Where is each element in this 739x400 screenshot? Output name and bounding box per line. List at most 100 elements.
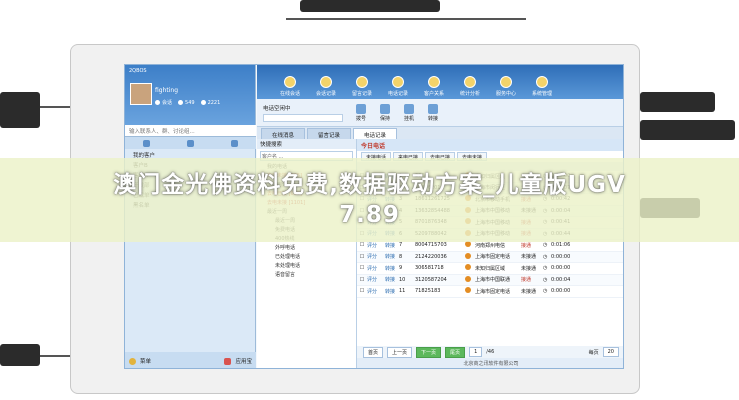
tab[interactable]: 在线消息 bbox=[261, 128, 306, 139]
row-checkbox[interactable]: ☐ bbox=[357, 277, 367, 283]
rate-button[interactable]: 评分 bbox=[367, 288, 385, 295]
tree-item[interactable]: 外呼电话 bbox=[257, 244, 356, 253]
menu-icon[interactable] bbox=[129, 357, 136, 365]
phone-number: 3120587204 bbox=[415, 276, 447, 283]
transfer-button[interactable]: 转接 bbox=[385, 288, 399, 295]
clock-icon: ◷ bbox=[543, 288, 548, 295]
toolbar-button[interactable]: 统计分析 bbox=[455, 76, 485, 97]
callout-right-box-2 bbox=[640, 120, 735, 140]
call-status-icon bbox=[465, 275, 475, 284]
toolbar-button[interactable]: 电话记录 bbox=[383, 76, 413, 97]
callout-left-box-1 bbox=[0, 92, 40, 128]
watermark-banner: 澳门金光佛资料免费,数据驱动方案_儿童版UGV 7.89 bbox=[0, 158, 739, 242]
profile-header: 2QBOS fighting 会话 549 2221 bbox=[125, 65, 255, 125]
app-store-button[interactable]: 应用宝 bbox=[235, 357, 252, 365]
toolbar-button[interactable]: 客户关系 bbox=[419, 76, 449, 97]
toolbar-button[interactable]: 会话记录 bbox=[311, 76, 341, 97]
phone-number: 8004715703 bbox=[415, 242, 447, 249]
watermark-line-2: 7.89 bbox=[339, 202, 400, 228]
clock-icon: ◷ bbox=[543, 242, 548, 249]
toolbar-icon bbox=[464, 76, 476, 88]
stat-b: 2221 bbox=[200, 99, 220, 106]
phone-icon bbox=[428, 103, 438, 114]
toolbar-button[interactable]: 留言记录 bbox=[347, 76, 377, 97]
call-controls: 拨号 保持 挂机 转接 bbox=[351, 103, 443, 122]
rate-button[interactable]: 评分 bbox=[367, 253, 385, 260]
transfer-button[interactable]: 转接 bbox=[385, 276, 399, 283]
toolbar-button[interactable]: 在线会话 bbox=[275, 76, 305, 97]
call-status: 未接通 bbox=[521, 265, 537, 272]
call-duration: 0:00:00 bbox=[551, 288, 571, 295]
transfer-button[interactable]: 转接 bbox=[385, 242, 399, 249]
toolbar-icon bbox=[320, 76, 332, 88]
tab[interactable]: 电话记录 bbox=[353, 128, 398, 139]
toolbar-label: 在线会话 bbox=[279, 91, 300, 97]
tree-item[interactable]: 未处理电话 bbox=[257, 262, 356, 271]
call-control-button[interactable]: 转接 bbox=[423, 103, 443, 122]
table-row[interactable]: ☐ 评分 转接 9 306581718 未知归属区域 未接通 ◷ 0:00:00 bbox=[357, 263, 623, 275]
first-page-button[interactable]: 首页 bbox=[363, 346, 384, 358]
table-row[interactable]: ☐ 评分 转接 11 71825183 上海市固定电话 未接通 ◷ 0:00:00 bbox=[357, 286, 623, 298]
tree-item[interactable]: 已处理电话 bbox=[257, 253, 356, 262]
recent-tab-icon[interactable] bbox=[230, 139, 238, 147]
call-info: 电话空闲中 bbox=[263, 104, 343, 122]
call-duration: 0:00:04 bbox=[551, 276, 571, 283]
rate-button[interactable]: 评分 bbox=[367, 276, 385, 283]
toolbar-icon bbox=[536, 76, 548, 88]
menu-button[interactable]: 菜单 bbox=[140, 357, 151, 365]
row-checkbox[interactable]: ☐ bbox=[357, 265, 367, 271]
dial-input[interactable] bbox=[263, 113, 343, 122]
call-control-label: 挂机 bbox=[403, 115, 414, 122]
row-checkbox[interactable]: ☐ bbox=[357, 254, 367, 260]
table-row[interactable]: ☐ 评分 转接 8 2124220036 上海市固定电话 未接通 ◷ 0:00:00 bbox=[357, 251, 623, 263]
toolbar-button[interactable]: 系统管理 bbox=[527, 76, 557, 97]
phone-location: 上海市固定电话 bbox=[475, 254, 511, 261]
status-dot-icon bbox=[155, 100, 160, 105]
tree-item[interactable]: 语音留言 bbox=[257, 271, 356, 280]
toolbar-button[interactable]: 服务中心 bbox=[491, 76, 521, 97]
call-status-icon bbox=[465, 264, 475, 272]
stat-online[interactable]: 会话 bbox=[155, 99, 172, 106]
toolbar-label: 电话记录 bbox=[387, 91, 408, 97]
row-checkbox[interactable]: ☐ bbox=[357, 288, 367, 294]
groups-tab-icon[interactable] bbox=[186, 139, 194, 147]
main-toolbar: 在线会话 会话记录 留言记录 电话记录 客户关系 统计分析 服务中心 系统管理 bbox=[257, 65, 623, 99]
phone-location: 河南郑州电信 bbox=[475, 242, 506, 249]
app-title: 2QBOS bbox=[129, 68, 147, 74]
call-control-button[interactable]: 保持 bbox=[375, 103, 395, 122]
toolbar-icon bbox=[284, 76, 296, 88]
last-page-button[interactable]: 尾页 bbox=[445, 346, 466, 358]
row-number: 11 bbox=[399, 288, 406, 295]
call-status: 未接通 bbox=[521, 254, 537, 261]
call-duration: 0:01:06 bbox=[551, 242, 571, 249]
toolbar-label: 客户关系 bbox=[423, 91, 444, 97]
phone-location: 上海市固定电话 bbox=[475, 288, 511, 295]
transfer-button[interactable]: 转接 bbox=[385, 253, 399, 260]
app-store-icon[interactable] bbox=[224, 357, 232, 365]
pager: 首页 上一页 下一页 尾页 1 /46 每页 20 bbox=[357, 346, 623, 358]
prev-page-button[interactable]: 上一页 bbox=[387, 346, 413, 358]
toolbar-label: 系统管理 bbox=[531, 91, 552, 97]
tab[interactable]: 留言记录 bbox=[307, 128, 352, 139]
toolbar-label: 服务中心 bbox=[495, 91, 516, 97]
toolbar-label: 统计分析 bbox=[459, 91, 480, 97]
contacts-tab-icon[interactable] bbox=[143, 139, 151, 147]
clock-icon: ◷ bbox=[543, 253, 548, 260]
next-page-button[interactable]: 下一页 bbox=[416, 346, 442, 358]
rate-button[interactable]: 评分 bbox=[367, 242, 385, 249]
row-checkbox[interactable]: ☐ bbox=[357, 242, 367, 248]
table-row[interactable]: ☐ 评分 转接 10 3120587204 上海市中国联通 接通 ◷ 0:00:04 bbox=[357, 274, 623, 286]
contact-search-input[interactable]: 输入联系人、群、讨论组... bbox=[125, 125, 256, 137]
per-page-select[interactable]: 20 bbox=[602, 347, 619, 357]
call-control-button[interactable]: 挂机 bbox=[399, 103, 419, 122]
tree-header: 快捷搜索 bbox=[257, 139, 356, 149]
phone-number: 2124220036 bbox=[415, 253, 447, 260]
call-control-button[interactable]: 拨号 bbox=[351, 103, 371, 122]
transfer-button[interactable]: 转接 bbox=[385, 265, 399, 272]
company-footer: 北京商之讯软件有限公司 bbox=[357, 358, 623, 368]
page-input[interactable]: 1 bbox=[469, 347, 483, 357]
avatar[interactable] bbox=[130, 83, 152, 105]
rate-button[interactable]: 评分 bbox=[367, 265, 385, 272]
callout-top-box bbox=[300, 0, 440, 12]
contacts-icon bbox=[200, 100, 206, 105]
